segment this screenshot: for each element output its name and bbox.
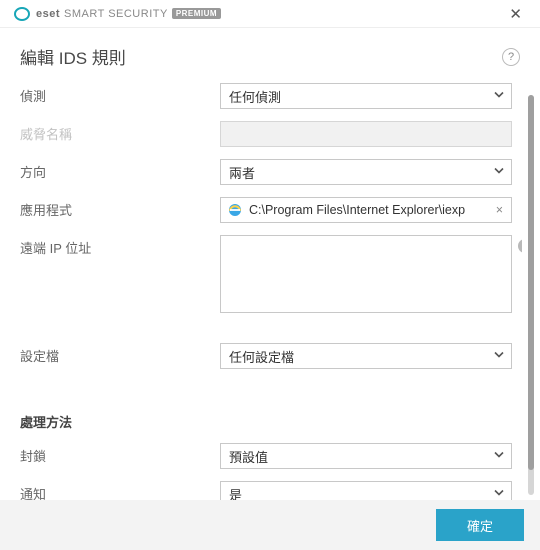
label-remote-ip: 遠端 IP 位址	[20, 235, 220, 257]
select-block[interactable]: 預設值	[220, 443, 512, 469]
application-path: C:\Program Files\Internet Explorer\iexp	[249, 203, 488, 217]
label-threat-name: 威脅名稱	[20, 121, 220, 143]
page-title: 編輯 IDS 規則	[20, 44, 126, 69]
brand-text: eset SMART SECURITY PREMIUM	[36, 8, 221, 20]
label-block: 封鎖	[20, 443, 220, 465]
input-threat-name	[220, 121, 512, 147]
titlebar: eset SMART SECURITY PREMIUM ✕	[0, 0, 540, 28]
chevron-down-icon	[493, 89, 505, 104]
scroll-thumb[interactable]	[528, 95, 534, 470]
brand-name: eset	[36, 8, 60, 20]
body: 偵測 任何偵測 威脅名稱 方向 兩者	[0, 83, 540, 503]
form-column: 偵測 任何偵測 威脅名稱 方向 兩者	[0, 83, 522, 503]
row-block: 封鎖 預設值	[20, 443, 512, 469]
eset-logo-icon	[14, 6, 30, 22]
select-profile-value: 任何設定檔	[229, 347, 294, 366]
row-direction: 方向 兩者	[20, 159, 512, 185]
ok-button[interactable]: 確定	[436, 509, 524, 541]
footer: 確定	[0, 500, 540, 550]
select-direction-value: 兩者	[229, 163, 255, 182]
input-application[interactable]: C:\Program Files\Internet Explorer\iexp …	[220, 197, 512, 223]
textarea-remote-ip[interactable]	[220, 235, 512, 313]
chevron-down-icon	[493, 349, 505, 364]
close-icon[interactable]: ✕	[503, 1, 528, 27]
select-detection-value: 任何偵測	[229, 87, 281, 106]
chevron-down-icon	[493, 165, 505, 180]
row-threat-name: 威脅名稱	[20, 121, 512, 147]
label-profile: 設定檔	[20, 343, 220, 365]
scrollbar[interactable]	[522, 83, 540, 503]
brand-product: SMART SECURITY	[64, 8, 168, 20]
ie-icon	[227, 202, 243, 218]
section-processing: 處理方法	[20, 409, 512, 431]
chevron-down-icon	[493, 449, 505, 464]
label-processing-section: 處理方法	[20, 409, 220, 431]
header: 編輯 IDS 規則 ?	[0, 28, 540, 83]
select-profile[interactable]: 任何設定檔	[220, 343, 512, 369]
label-direction: 方向	[20, 159, 220, 181]
premium-badge: PREMIUM	[172, 8, 221, 19]
select-direction[interactable]: 兩者	[220, 159, 512, 185]
brand: eset SMART SECURITY PREMIUM	[14, 6, 221, 22]
select-detection[interactable]: 任何偵測	[220, 83, 512, 109]
row-remote-ip: 遠端 IP 位址 i	[20, 235, 512, 313]
row-application: 應用程式 C:\Program Files\Internet Explorer\…	[20, 197, 512, 223]
select-block-value: 預設值	[229, 447, 268, 466]
row-profile: 設定檔 任何設定檔	[20, 343, 512, 369]
row-detection: 偵測 任何偵測	[20, 83, 512, 109]
label-detection: 偵測	[20, 83, 220, 105]
clear-application-icon[interactable]: ×	[494, 203, 505, 217]
help-button[interactable]: ?	[502, 48, 520, 66]
label-application: 應用程式	[20, 197, 220, 219]
